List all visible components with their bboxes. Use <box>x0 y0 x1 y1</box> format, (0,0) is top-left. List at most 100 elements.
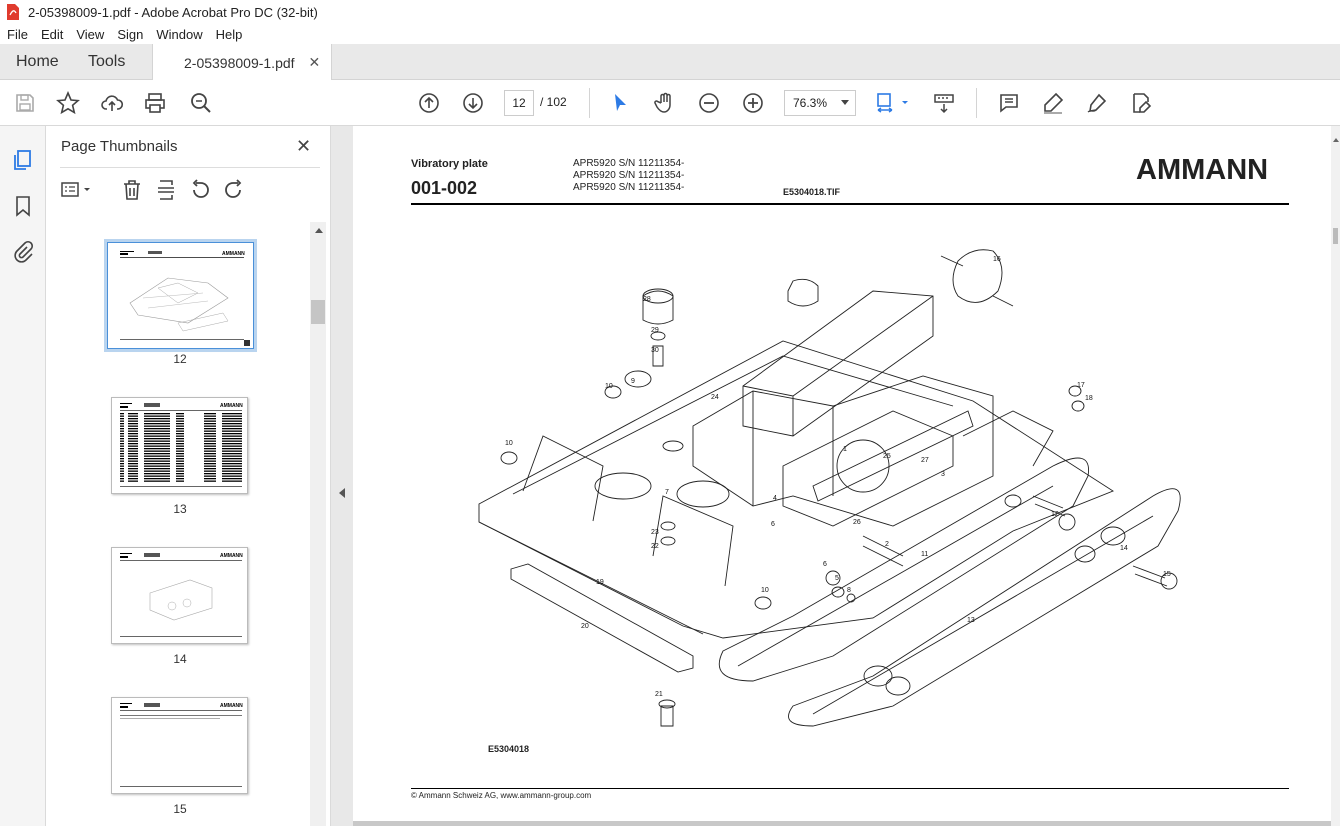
header-rule <box>411 203 1289 205</box>
page-display-button[interactable] <box>874 90 912 116</box>
document-viewer[interactable]: Vibratory plate 001-002 APR5920 S/N 1121… <box>353 126 1331 826</box>
thumbnail-options-icon[interactable] <box>60 178 94 202</box>
thumbnail-label: 12 <box>173 352 187 366</box>
magnifier-icon <box>191 93 211 113</box>
thumbnails-scrollbar[interactable] <box>310 222 326 826</box>
part-callout: 1 <box>843 446 847 453</box>
zoom-in-button[interactable] <box>740 90 766 116</box>
menu-window[interactable]: Window <box>149 27 208 42</box>
image-filename: E5304018.TIF <box>783 187 841 197</box>
window-title: 2-05398009-1.pdf - Adobe Acrobat Pro DC … <box>28 4 318 20</box>
part-callout: 24 <box>711 394 719 401</box>
edit-document-icon <box>1133 93 1152 113</box>
thumbnail-page[interactable]: AMMANN <box>111 697 248 794</box>
page-thumbnails-icon[interactable] <box>11 148 35 172</box>
panel-title: Page Thumbnails <box>61 138 178 155</box>
page-bottom-edge <box>353 821 1331 826</box>
fit-page-icon <box>877 93 908 113</box>
tab-tools[interactable]: Tools <box>88 44 125 80</box>
thumbnail-table: AMMANN <box>120 403 243 487</box>
part-callout: 19 <box>596 579 604 586</box>
part-callout: 5 <box>835 575 839 582</box>
star-icon <box>56 91 80 115</box>
bookmark-icon[interactable] <box>11 194 35 218</box>
menu-file[interactable]: File <box>0 27 34 42</box>
previous-page-button[interactable] <box>416 90 442 116</box>
hand-tool-button[interactable] <box>652 90 678 116</box>
rotate-counterclockwise-icon[interactable] <box>188 178 212 202</box>
part-callout: 17 <box>1077 382 1085 389</box>
part-callout: 9 <box>631 378 635 385</box>
paperclip-icon[interactable] <box>11 240 35 264</box>
exploded-parts-drawing: 16 28 29 30 9 10 24 10 1 25 27 3 4 7 6 26 2 11 23 22 6 5 8 12 14… <box>478 249 1181 727</box>
serial-line: APR5920 S/N 11211354- <box>573 170 685 181</box>
share-button[interactable] <box>99 90 125 116</box>
part-callout: 27 <box>921 457 929 464</box>
scroll-icon <box>934 94 954 114</box>
minus-circle-icon <box>699 93 719 113</box>
part-callout: 23 <box>651 529 659 536</box>
thumbnail-page[interactable]: AMMANN <box>111 397 248 494</box>
tab-document-label: 2-05398009-1.pdf <box>184 54 295 71</box>
thumbnail-label: 13 <box>173 502 187 516</box>
part-callout: 12 <box>1051 511 1059 518</box>
part-callout: 10 <box>505 440 513 447</box>
part-callout: 22 <box>651 543 659 550</box>
serial-line: APR5920 S/N 11211354- <box>573 182 685 193</box>
save-button[interactable] <box>12 90 38 116</box>
thumbnail-page[interactable]: AMMANN <box>104 239 257 352</box>
rotate-clockwise-icon[interactable] <box>222 178 246 202</box>
pdf-icon <box>7 4 19 20</box>
serial-numbers: APR5920 S/N 11211354- APR5920 S/N 112113… <box>573 158 684 194</box>
zoom-select[interactable]: 76.3% <box>784 90 856 116</box>
sign-button[interactable] <box>1084 90 1110 116</box>
scrollbar-thumb[interactable] <box>311 300 325 324</box>
next-page-button[interactable] <box>460 90 486 116</box>
scroll-up-icon[interactable] <box>315 228 323 233</box>
chevron-down-icon <box>841 100 849 105</box>
page-total: / 102 <box>540 95 567 109</box>
tab-tools-label: Tools <box>88 53 126 70</box>
close-icon[interactable]: ✕ <box>296 136 311 157</box>
viewer-scrollbar[interactable] <box>1331 126 1340 826</box>
signature-pen-icon <box>1087 93 1107 113</box>
print-button[interactable] <box>142 90 168 116</box>
part-callout: 29 <box>651 327 659 334</box>
fill-sign-button[interactable] <box>1128 90 1154 116</box>
comment-button[interactable] <box>996 90 1022 116</box>
menu-sign[interactable]: Sign <box>110 27 149 42</box>
tab-document[interactable]: 2-05398009-1.pdf ✕ <box>152 44 332 81</box>
highlight-button[interactable] <box>1040 90 1066 116</box>
scroll-mode-button[interactable] <box>931 90 957 116</box>
panel-divider <box>60 167 320 168</box>
collapse-panel-bar[interactable] <box>331 126 353 826</box>
trash-icon[interactable] <box>120 178 144 202</box>
thumbnail-drawing: AMMANN <box>120 251 250 346</box>
page-number-input[interactable]: 12 <box>504 90 534 116</box>
scrollbar-thumb[interactable] <box>1333 228 1338 244</box>
part-callout: 15 <box>1163 571 1171 578</box>
scroll-up-icon[interactable] <box>1333 138 1339 142</box>
find-button[interactable] <box>188 90 214 116</box>
menu-edit[interactable]: Edit <box>34 27 69 42</box>
pen-icon <box>1044 92 1064 114</box>
tab-home[interactable]: Home <box>16 44 59 80</box>
close-tab-icon[interactable]: ✕ <box>309 54 321 71</box>
menu-help[interactable]: Help <box>209 27 249 42</box>
part-callout: 25 <box>883 453 891 460</box>
svg-text:AMMANN: AMMANN <box>220 553 243 559</box>
zoom-out-button[interactable] <box>696 90 722 116</box>
bookmark-star-button[interactable] <box>55 90 81 116</box>
part-callout: 10 <box>605 383 613 390</box>
footer-rule <box>411 788 1289 789</box>
cursor-arrow-icon <box>615 94 626 111</box>
thumbnail-page[interactable]: AMMANN <box>111 547 248 644</box>
thumbnail-text-page: AMMANN <box>120 703 243 787</box>
extract-pages-icon[interactable] <box>154 178 178 202</box>
thumbnail-drawing: AMMANN <box>120 553 243 637</box>
svg-text:AMMANN: AMMANN <box>222 251 245 257</box>
menu-view[interactable]: View <box>69 27 110 42</box>
select-tool-button[interactable] <box>607 90 633 116</box>
printer-icon <box>145 93 165 113</box>
thumbnail-label: 15 <box>173 802 187 816</box>
